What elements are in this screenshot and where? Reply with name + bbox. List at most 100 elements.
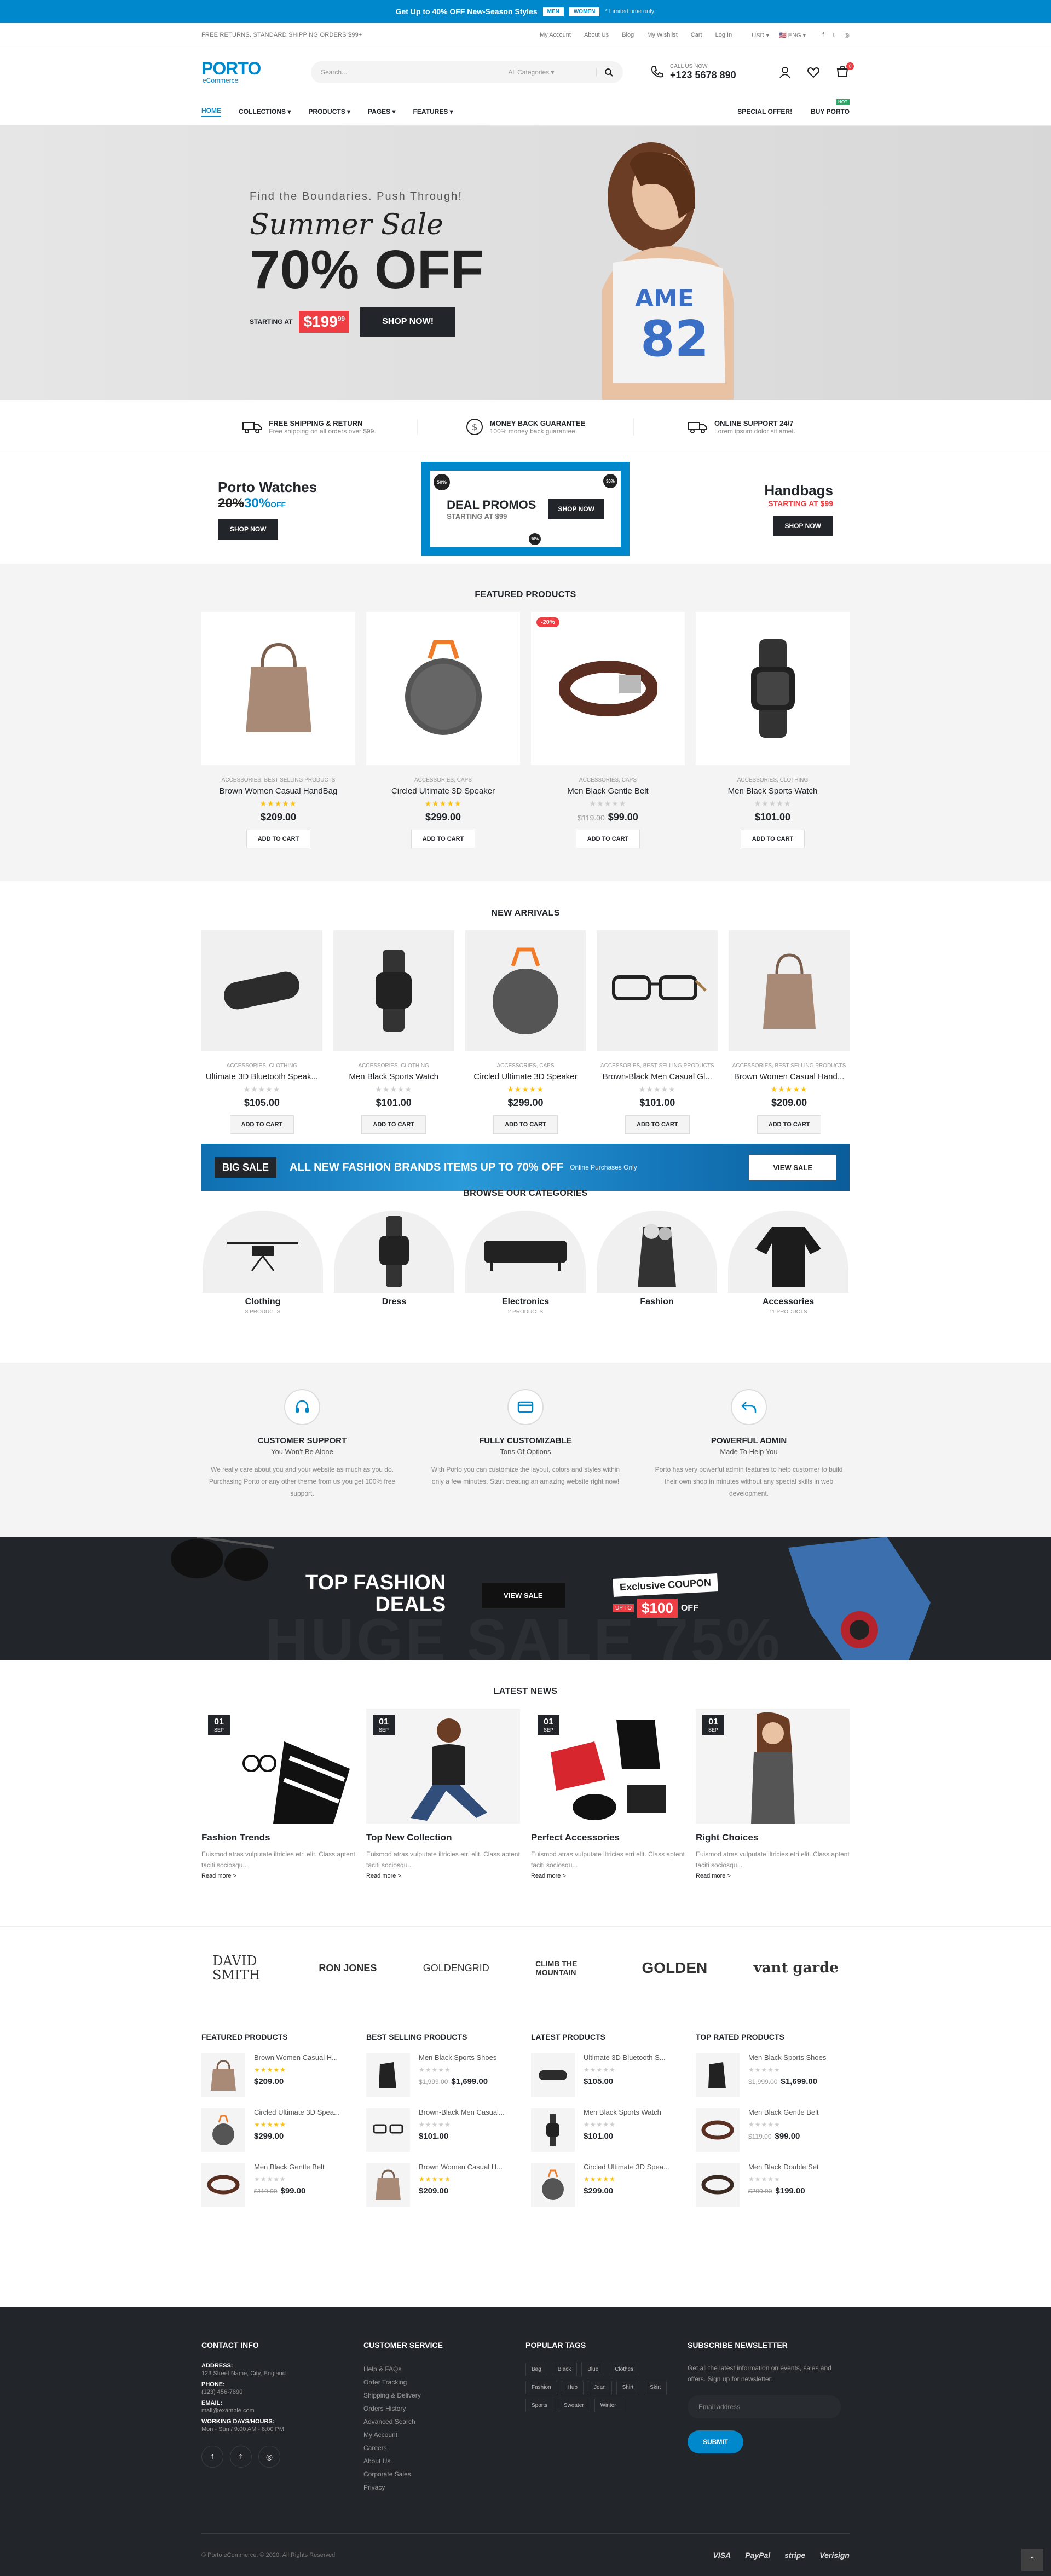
product-card[interactable]: ACCESSORIES, CAPS Circled Ultimate 3D Sp… (366, 612, 520, 848)
men-link[interactable]: MEN (542, 7, 564, 16)
product-image[interactable] (597, 930, 718, 1051)
list-name[interactable]: Brown-Black Men Casual... (419, 2108, 505, 2116)
search-icon[interactable] (604, 68, 613, 77)
list-thumb[interactable] (366, 2053, 410, 2097)
product-image[interactable] (696, 612, 850, 765)
phone-value[interactable]: (123) 456-7890 (201, 2389, 363, 2395)
product-image[interactable]: -20% (531, 612, 685, 765)
footer-link[interactable]: Order Tracking (363, 2376, 526, 2389)
news-post[interactable]: 01 SEP Right Choices Euismod atras vulput… (696, 1709, 850, 1879)
brand-logo[interactable]: CLIMB THE MOUNTAIN (535, 1959, 596, 1977)
category-electronics[interactable]: Electronics 2 PRODUCTS (465, 1211, 586, 1315)
product-image[interactable] (729, 930, 850, 1051)
list-item[interactable]: Men Black Gentle Belt ★★★★★ $119.00 $99.00 (201, 2163, 355, 2207)
list-item[interactable]: Men Black Gentle Belt ★★★★★ $119.00 $99.00 (696, 2108, 850, 2152)
tag-chip[interactable]: Shirt (616, 2381, 640, 2394)
list-thumb[interactable] (531, 2108, 575, 2152)
list-item[interactable]: Circled Ultimate 3D Spea... ★★★★★ $299.00 (531, 2163, 685, 2207)
list-name[interactable]: Ultimate 3D Bluetooth S... (584, 2053, 666, 2062)
cart-icon[interactable]: 0 (835, 62, 854, 79)
tag-chip[interactable]: Hub (561, 2381, 584, 2394)
instagram-icon[interactable]: ◎ (258, 2446, 280, 2468)
category-image[interactable] (465, 1211, 586, 1293)
twitter-icon[interactable]: 𝕥 (833, 32, 835, 39)
brand-logo[interactable]: GOLDENGRID (423, 1963, 489, 1974)
list-item[interactable]: Brown Women Casual H... ★★★★★ $209.00 (366, 2163, 520, 2207)
special-offer-link[interactable]: SPECIAL OFFER! (737, 108, 792, 115)
list-name[interactable]: Circled Ultimate 3D Spea... (254, 2108, 340, 2116)
deal-shop-button[interactable]: SHOP NOW (548, 499, 604, 519)
list-name[interactable]: Circled Ultimate 3D Spea... (584, 2163, 669, 2171)
login-link[interactable]: Log In (715, 32, 732, 38)
deals-view-sale-button[interactable]: VIEW SALE (482, 1583, 565, 1608)
product-name[interactable]: Men Black Gentle Belt (531, 786, 685, 796)
nav-features[interactable]: FEATURES ▾ (413, 108, 453, 115)
currency-select[interactable]: USD ▾ (752, 32, 769, 39)
list-item[interactable]: Circled Ultimate 3D Spea... ★★★★★ $299.00 (201, 2108, 355, 2152)
tag-chip[interactable]: Clothes (609, 2363, 640, 2376)
nav-pages[interactable]: PAGES ▾ (368, 108, 395, 115)
list-thumb[interactable] (366, 2108, 410, 2152)
category-image[interactable] (203, 1211, 323, 1293)
product-image[interactable] (201, 930, 322, 1051)
footer-link[interactable]: My Account (363, 2428, 526, 2441)
newsletter-email-input[interactable]: Email address (688, 2395, 841, 2418)
footer-link[interactable]: Privacy (363, 2481, 526, 2494)
instagram-icon[interactable]: ◎ (844, 32, 850, 39)
add-to-cart-button[interactable]: ADD TO CART (493, 1115, 558, 1134)
list-name[interactable]: Brown Women Casual H... (419, 2163, 503, 2171)
category-name[interactable]: Fashion (597, 1297, 717, 1307)
add-to-cart-button[interactable]: ADD TO CART (411, 830, 476, 848)
list-name[interactable]: Brown Women Casual H... (254, 2053, 338, 2062)
list-item[interactable]: Men Black Sports Shoes ★★★★★ $1,999.00 $1,6… (366, 2053, 520, 2097)
facebook-icon[interactable]: f (822, 32, 824, 39)
product-image[interactable] (333, 930, 454, 1051)
add-to-cart-button[interactable]: ADD TO CART (757, 1115, 822, 1134)
women-link[interactable]: WOMEN (569, 7, 600, 16)
product-card[interactable]: ACCESSORIES, BEST SELLING PRODUCTS Brown… (597, 930, 718, 1134)
category-fashion[interactable]: Fashion (597, 1211, 717, 1315)
footer-link[interactable]: Corporate Sales (363, 2468, 526, 2481)
category-dress[interactable]: Dress (334, 1211, 454, 1315)
post-title[interactable]: Perfect Accessories (531, 1832, 685, 1843)
product-card[interactable]: ACCESSORIES, CLOTHING Men Black Sports W… (333, 930, 454, 1134)
tag-chip[interactable]: Sports (526, 2399, 553, 2412)
language-select[interactable]: 🇺🇸 ENG ▾ (779, 32, 806, 39)
list-item[interactable]: Men Black Sports Shoes ★★★★★ $1,999.00 $1,6… (696, 2053, 850, 2097)
product-name[interactable]: Brown Women Casual HandBag (201, 786, 355, 796)
user-icon[interactable] (778, 66, 792, 79)
list-name[interactable]: Men Black Sports Shoes (419, 2053, 496, 2062)
add-to-cart-button[interactable]: ADD TO CART (229, 1115, 294, 1134)
tag-chip[interactable]: Fashion (526, 2381, 557, 2394)
about-link[interactable]: About Us (584, 32, 609, 38)
product-name[interactable]: Brown Women Casual Hand... (729, 1072, 850, 1081)
read-more-link[interactable]: Read more > (531, 1873, 685, 1879)
list-name[interactable]: Men Black Double Set (748, 2163, 819, 2171)
tag-chip[interactable]: Skirt (644, 2381, 667, 2394)
footer-link[interactable]: Careers (363, 2441, 526, 2455)
product-name[interactable]: Circled Ultimate 3D Speaker (366, 786, 520, 796)
post-image[interactable]: 01 SEP (201, 1709, 355, 1824)
brand-logo[interactable]: vant garde (754, 1960, 839, 1976)
add-to-cart-button[interactable]: ADD TO CART (625, 1115, 690, 1134)
brand-logo[interactable]: DAVID SMITH (212, 1954, 273, 1982)
tag-chip[interactable]: Blue (581, 2363, 605, 2376)
tag-chip[interactable]: Jean (587, 2381, 612, 2394)
product-card[interactable]: -20% ACCESSORIES, CAPS Men Black Gentle … (531, 612, 685, 848)
newsletter-submit-button[interactable]: SUBMIT (688, 2430, 743, 2453)
category-image[interactable] (728, 1211, 848, 1293)
list-item[interactable]: Ultimate 3D Bluetooth S... ★★★★★ $105.00 (531, 2053, 685, 2097)
list-thumb[interactable] (366, 2163, 410, 2207)
footer-link[interactable]: Orders History (363, 2402, 526, 2415)
footer-link[interactable]: Shipping & Delivery (363, 2389, 526, 2402)
post-image[interactable]: 01 SEP (696, 1709, 850, 1824)
category-image[interactable] (334, 1211, 454, 1293)
category-name[interactable]: Dress (334, 1297, 454, 1307)
brand-logo[interactable]: GOLDEN (642, 1959, 707, 1977)
buy-porto-link[interactable]: HOT BUY PORTO (811, 99, 850, 115)
nav-products[interactable]: PRODUCTS ▾ (308, 108, 350, 115)
list-thumb[interactable] (696, 2108, 740, 2152)
list-thumb[interactable] (201, 2108, 245, 2152)
read-more-link[interactable]: Read more > (696, 1873, 850, 1879)
handbags-shop-button[interactable]: SHOP NOW (772, 515, 833, 536)
